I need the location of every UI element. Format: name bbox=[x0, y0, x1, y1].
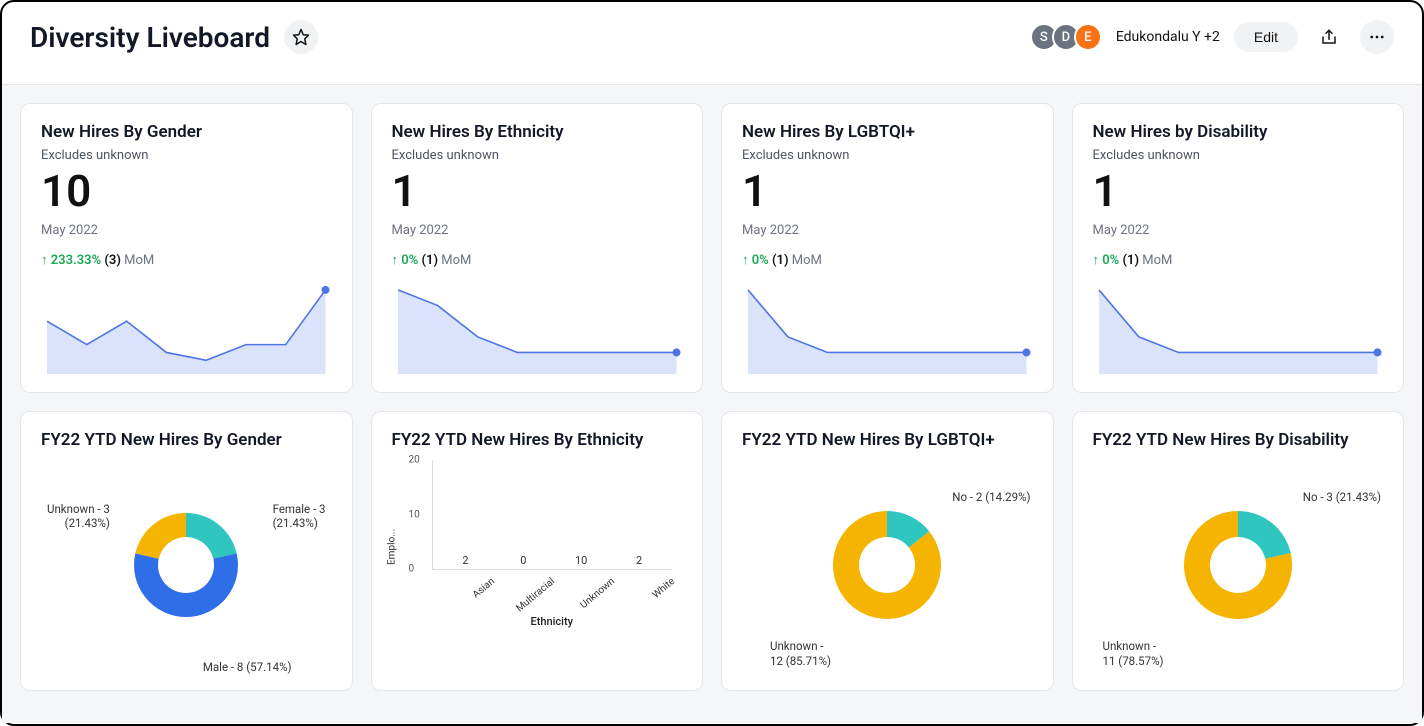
avatar-stack[interactable]: S D E bbox=[1030, 23, 1102, 51]
card-subtitle: Excludes unknown bbox=[742, 148, 1033, 163]
card-title: FY22 YTD New Hires By Gender bbox=[41, 430, 332, 450]
kpi-delta-pct: 233.33% bbox=[51, 253, 101, 268]
edit-button[interactable]: Edit bbox=[1234, 22, 1298, 52]
card-title: New Hires by Disability bbox=[1093, 122, 1384, 142]
kpi-card-lgbtqi[interactable]: New Hires By LGBTQI+ Excludes unknown 1 … bbox=[721, 103, 1054, 393]
donut-chart: Female - 3(21.43%) Male - 8 (57.14%) Unk… bbox=[41, 450, 332, 680]
donut-label-unknown: Unknown - 3(21.43%) bbox=[47, 502, 110, 531]
favorite-button[interactable] bbox=[284, 20, 318, 54]
donut-label-female: Female - 3(21.43%) bbox=[273, 502, 326, 531]
y-axis-label: Emplo... bbox=[386, 529, 397, 565]
avatar: E bbox=[1074, 23, 1102, 51]
kpi-date: May 2022 bbox=[41, 223, 332, 238]
kpi-delta-label: MoM bbox=[441, 253, 471, 268]
kpi-delta-prev: (3) bbox=[104, 253, 121, 268]
x-tick-label: Unknown bbox=[567, 576, 617, 620]
card-title: FY22 YTD New Hires By Disability bbox=[1093, 430, 1384, 450]
sparkline bbox=[392, 276, 683, 382]
kpi-delta: ↑ 233.33% (3) MoM bbox=[41, 252, 332, 268]
bar-chart: Emplo... 0 10 20 20102 AsianMultiracialU… bbox=[392, 450, 683, 680]
more-button[interactable] bbox=[1360, 20, 1394, 54]
y-tick: 10 bbox=[409, 509, 420, 520]
header: Diversity Liveboard S D E Edukondalu Y +… bbox=[2, 2, 1422, 85]
bar-value-label: 10 bbox=[575, 554, 587, 567]
y-tick: 20 bbox=[409, 455, 420, 466]
card-title: FY22 YTD New Hires By LGBTQI+ bbox=[742, 430, 1033, 450]
card-subtitle: Excludes unknown bbox=[392, 148, 683, 163]
chart-card-disability[interactable]: FY22 YTD New Hires By Disability No - 3 … bbox=[1072, 411, 1405, 691]
arrow-up-icon: ↑ bbox=[1093, 253, 1103, 268]
kpi-delta: ↑ 0% (1) MoM bbox=[742, 252, 1033, 268]
bar-value-label: 0 bbox=[520, 554, 526, 567]
ellipsis-icon bbox=[1368, 28, 1386, 46]
bar-plot-area: 0 10 20 20102 bbox=[432, 460, 673, 570]
card-subtitle: Excludes unknown bbox=[41, 148, 332, 163]
chart-card-ethnicity[interactable]: FY22 YTD New Hires By Ethnicity Emplo...… bbox=[371, 411, 704, 691]
kpi-value: 1 bbox=[742, 169, 1033, 213]
card-title: New Hires By LGBTQI+ bbox=[742, 122, 1033, 142]
share-button[interactable] bbox=[1312, 20, 1346, 54]
bar-column: 10 bbox=[553, 554, 609, 569]
sparkline bbox=[41, 276, 332, 382]
donut-label-unknown: Unknown -12 (85.71%) bbox=[770, 639, 831, 668]
kpi-delta-prev: (1) bbox=[1123, 253, 1140, 268]
chart-card-lgbtqi[interactable]: FY22 YTD New Hires By LGBTQI+ No - 2 (14… bbox=[721, 411, 1054, 691]
kpi-delta-label: MoM bbox=[124, 253, 154, 268]
y-tick: 0 bbox=[409, 564, 415, 575]
sparkline bbox=[1093, 276, 1384, 382]
kpi-delta-pct: 0% bbox=[1102, 253, 1119, 268]
bar-value-label: 2 bbox=[636, 554, 642, 567]
donut-chart: No - 3 (21.43%) Unknown -11 (78.57%) bbox=[1093, 450, 1384, 680]
card-title: FY22 YTD New Hires By Ethnicity bbox=[392, 430, 683, 450]
x-tick-label: White bbox=[627, 576, 677, 620]
kpi-value: 10 bbox=[41, 169, 332, 213]
kpi-card-gender[interactable]: New Hires By Gender Excludes unknown 10 … bbox=[20, 103, 353, 393]
kpi-card-ethnicity[interactable]: New Hires By Ethnicity Excludes unknown … bbox=[371, 103, 704, 393]
chart-card-gender[interactable]: FY22 YTD New Hires By Gender Female - 3(… bbox=[20, 411, 353, 691]
kpi-value: 1 bbox=[1093, 169, 1384, 213]
kpi-date: May 2022 bbox=[392, 223, 683, 238]
x-tick-label: Asian bbox=[447, 576, 497, 620]
card-title: New Hires By Gender bbox=[41, 122, 332, 142]
donut-chart: No - 2 (14.29%) Unknown -12 (85.71%) bbox=[742, 450, 1033, 680]
kpi-date: May 2022 bbox=[1093, 223, 1384, 238]
page-title: Diversity Liveboard bbox=[30, 21, 270, 54]
donut-label-unknown: Unknown -11 (78.57%) bbox=[1103, 639, 1164, 668]
star-icon bbox=[292, 28, 310, 46]
header-right: S D E Edukondalu Y +2 Edit bbox=[1030, 20, 1394, 54]
x-tick-label: Multiracial bbox=[507, 576, 557, 620]
kpi-delta-pct: 0% bbox=[752, 253, 769, 268]
kpi-delta: ↑ 0% (1) MoM bbox=[392, 252, 683, 268]
bar-value-label: 2 bbox=[462, 554, 468, 567]
title-group: Diversity Liveboard bbox=[30, 20, 318, 54]
kpi-date: May 2022 bbox=[742, 223, 1033, 238]
arrow-up-icon: ↑ bbox=[742, 253, 752, 268]
card-subtitle: Excludes unknown bbox=[1093, 148, 1384, 163]
kpi-delta-pct: 0% bbox=[401, 253, 418, 268]
shared-with-label: Edukondalu Y +2 bbox=[1116, 29, 1220, 45]
arrow-up-icon: ↑ bbox=[41, 253, 51, 268]
kpi-delta-prev: (1) bbox=[422, 253, 439, 268]
arrow-up-icon: ↑ bbox=[392, 253, 402, 268]
kpi-card-disability[interactable]: New Hires by Disability Excludes unknown… bbox=[1072, 103, 1405, 393]
kpi-delta: ↑ 0% (1) MoM bbox=[1093, 252, 1384, 268]
card-title: New Hires By Ethnicity bbox=[392, 122, 683, 142]
bar-column: 2 bbox=[437, 554, 493, 569]
bar-column: 2 bbox=[611, 554, 667, 569]
kpi-delta-label: MoM bbox=[1142, 253, 1172, 268]
x-tick-labels: AsianMultiracialUnknownWhite bbox=[432, 576, 673, 587]
liveboard-grid: New Hires By Gender Excludes unknown 10 … bbox=[2, 85, 1422, 723]
kpi-delta-label: MoM bbox=[792, 253, 822, 268]
kpi-delta-prev: (1) bbox=[772, 253, 789, 268]
donut-label-no: No - 2 (14.29%) bbox=[952, 490, 1030, 504]
sparkline bbox=[742, 276, 1033, 382]
bar-column: 0 bbox=[495, 554, 551, 569]
donut-label-no: No - 3 (21.43%) bbox=[1303, 490, 1381, 504]
kpi-value: 1 bbox=[392, 169, 683, 213]
share-icon bbox=[1320, 28, 1338, 46]
donut-label-male: Male - 8 (57.14%) bbox=[203, 660, 292, 674]
